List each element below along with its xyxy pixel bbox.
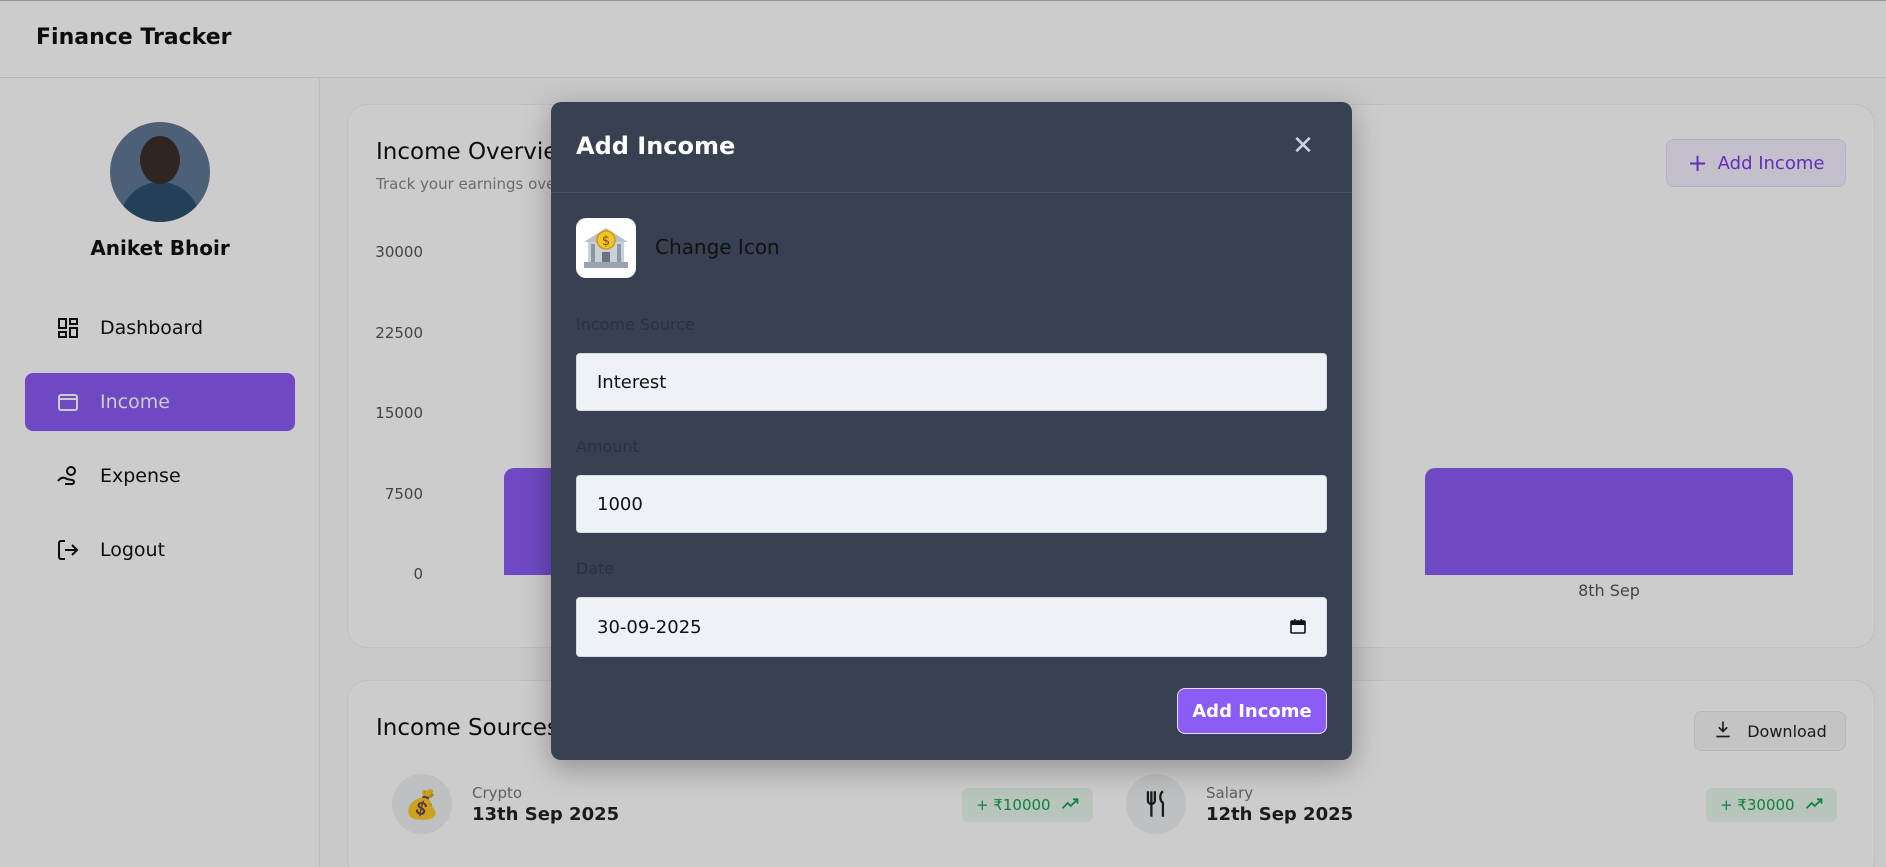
calendar-icon[interactable] — [1290, 618, 1306, 639]
amount-label: Amount — [576, 437, 639, 456]
change-icon-label[interactable]: Change Icon — [655, 235, 780, 259]
bank-icon[interactable]: $ — [576, 218, 636, 278]
close-icon[interactable]: ✕ — [1289, 132, 1317, 160]
date-label: Date — [576, 559, 615, 578]
date-input[interactable]: 30-09-2025 — [576, 597, 1327, 657]
income-source-label: Income Source — [576, 315, 695, 334]
amount-input[interactable]: 1000 — [576, 475, 1327, 533]
modal-header: Add Income ✕ — [551, 102, 1352, 193]
date-value: 30-09-2025 — [597, 616, 702, 638]
add-income-submit-button[interactable]: Add Income — [1177, 688, 1327, 734]
income-source-input[interactable]: Interest — [576, 353, 1327, 411]
modal-title: Add Income — [576, 132, 736, 160]
add-income-modal: Add Income ✕ $ Change Icon Income Source… — [551, 102, 1352, 760]
svg-text:$: $ — [602, 234, 610, 249]
